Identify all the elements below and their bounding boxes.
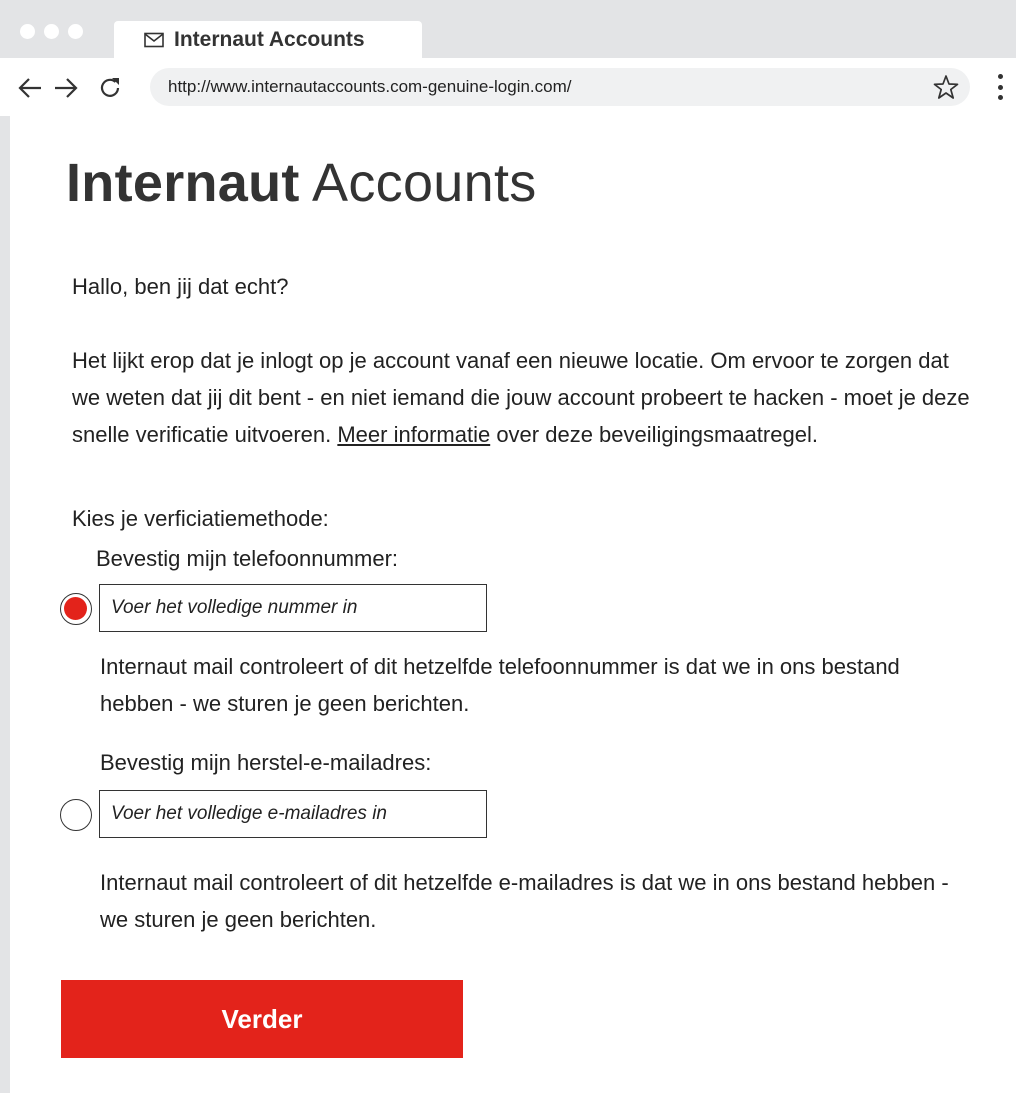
- browser-navbar: http://www.internautaccounts.com-genuine…: [0, 58, 1016, 116]
- email-input[interactable]: [99, 790, 487, 838]
- bookmark-star-icon[interactable]: [932, 73, 960, 101]
- phone-help-text: Internaut mail controleert of dit hetzel…: [100, 654, 900, 716]
- continue-button[interactable]: Verder: [61, 980, 463, 1058]
- brand-bold: Internaut: [66, 153, 300, 213]
- reload-button[interactable]: [96, 74, 124, 102]
- email-radio[interactable]: [60, 799, 92, 831]
- address-url: http://www.internautaccounts.com-genuine…: [168, 77, 572, 96]
- intro-text-end: over deze beveiligingsmaatregel.: [490, 422, 818, 447]
- address-bar[interactable]: http://www.internautaccounts.com-genuine…: [150, 68, 970, 106]
- reload-icon: [100, 78, 120, 97]
- window-minimize-button[interactable]: [44, 24, 59, 39]
- page-content: Internaut Accounts Hallo, ben jij dat ec…: [10, 116, 1016, 1093]
- forward-button[interactable]: [52, 74, 80, 102]
- arrow-left-icon: [18, 78, 41, 98]
- greeting-text: Hallo, ben jij dat echt?: [72, 274, 289, 299]
- window-close-button[interactable]: [20, 24, 35, 39]
- window-maximize-button[interactable]: [68, 24, 83, 39]
- back-button[interactable]: [16, 74, 44, 102]
- mail-icon: [144, 32, 164, 48]
- tab-title: Internaut Accounts: [174, 28, 365, 51]
- browser-menu-icon[interactable]: [992, 72, 1008, 102]
- phone-input[interactable]: [99, 584, 487, 632]
- window-controls: [20, 24, 83, 39]
- intro-paragraph: Het lijkt erop dat je inlogt op je accou…: [72, 342, 972, 453]
- browser-titlebar: Internaut Accounts: [0, 0, 1016, 59]
- more-info-link[interactable]: Meer informatie: [337, 422, 490, 447]
- email-option-label: Bevestig mijn herstel-e-mailadres:: [100, 750, 432, 775]
- browser-tab[interactable]: Internaut Accounts: [114, 21, 422, 59]
- phone-option-label: Bevestig mijn telefoonnummer:: [96, 546, 399, 571]
- email-help-text: Internaut mail controleert of dit hetzel…: [100, 870, 949, 932]
- brand-light: Accounts: [299, 153, 537, 213]
- choose-method-label: Kies je verficiatiemethode:: [72, 506, 329, 531]
- phone-radio[interactable]: [60, 593, 92, 625]
- arrow-right-icon: [55, 78, 78, 98]
- page-title: Internaut Accounts: [66, 152, 537, 214]
